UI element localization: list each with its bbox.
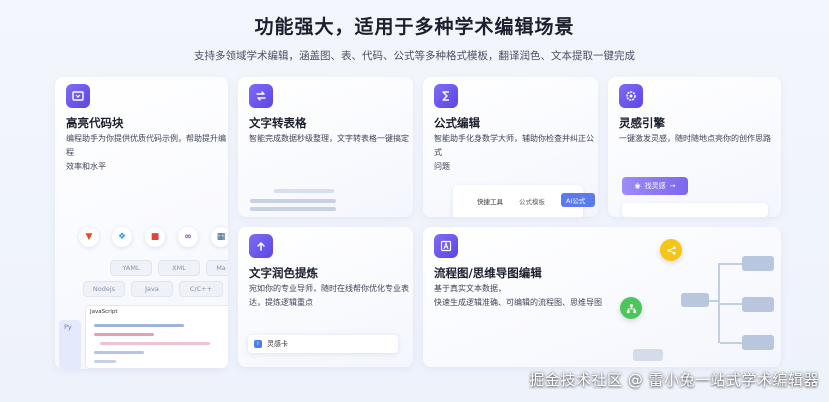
table-row-placeholder [250,207,336,211]
tool-tab-ai[interactable]: AI公式 [561,193,595,207]
feature-card-table[interactable]: 文字转表格 智能完成数据秒级整理，文字转表格一键搞定 [238,77,413,217]
lang-pill: Ma [206,260,228,276]
page-subtitle: 支持多领域学术编辑，涵盖图、表、代码、公式等多种格式模板，翻译润色、文本提取一键… [194,50,635,62]
card-description: 宛如你的专业导师，随时在线帮你优化专业表 达，提炼逻辑重点 [249,284,409,307]
flow-node [742,297,774,312]
visualstudio-icon: ∞ [178,227,198,247]
lang-pill: Nodejs [83,281,125,297]
card-description: 智能完成数据秒级整理，文字转表格一键搞定 [249,134,409,143]
card-description: 编程助手为你提供优质代码示例，帮助提升编程 效率和水平 [66,134,226,171]
terminal-icon: ▦ [211,227,228,247]
flow-connector [720,303,742,305]
flow-node [681,293,709,307]
org-chart-icon[interactable] [620,297,642,319]
card-title: 文字润色提炼 [249,266,318,280]
feature-card-code[interactable]: 高亮代码块 编程助手为你提供优质代码示例，帮助提升编程 效率和水平 ▼ ❖ ■ … [55,77,228,369]
find-inspiration-button[interactable]: ◉ 找灵感 → [622,177,688,195]
html5-icon: ▼ [79,227,99,247]
tool-tab-template[interactable]: 公式模板 [519,196,545,206]
language-icons: ▼ ❖ ■ ∞ ▦ [79,227,228,247]
upload-arrow-icon [249,234,273,258]
sigma-icon [434,84,458,108]
flow-node [742,256,774,271]
lang-pill: YAML [110,260,152,276]
table-row-placeholder [274,189,334,193]
arrow-right-icon: → [669,182,676,190]
lang-pill: C/C++ [179,281,223,297]
feature-card-flowchart[interactable]: 流程图/思维导图编辑 基于真实文本数据， 快速生成逻辑准确、可编辑的流程图、思维… [423,227,781,367]
page-title: 功能强大，适用于多种学术编辑场景 [254,16,575,38]
card-description: 智能助手化身数学大师，辅助你检查并纠正公式 问题 [434,134,594,171]
convert-icon [249,84,273,108]
feature-card-inspiration[interactable]: 灵感引擎 一键激发灵感，随时随地点亮你的创作思路 ◉ 找灵感 → [608,77,781,217]
formula-toolbar: 快捷工具 公式模板 AI公式 [453,185,595,217]
flow-connector [708,300,720,302]
swift-icon: ■ [145,227,165,247]
code-block-icon [66,84,90,108]
code-sidebar: Py [59,320,81,369]
inspiration-panel [622,203,768,217]
gear-icon [619,84,643,108]
flow-node [742,335,774,350]
lang-pill: Java [131,281,173,297]
letter-a-icon [434,234,458,258]
card-title: 文字转表格 [249,116,307,130]
tool-tab-shortcut[interactable]: 快捷工具 [477,196,503,206]
inspiration-card-chip[interactable]: i 灵感卡 [248,335,398,353]
sparkle-icon: ◉ [634,182,641,190]
card-title: 高亮代码块 [66,116,124,130]
flow-connector [720,263,742,265]
card-description: 基于真实文本数据， 快速生成逻辑准确、可编辑的流程图、思维导图 [434,284,602,307]
card-title: 流程图/思维导图编辑 [434,266,542,280]
share-icon[interactable] [660,239,682,261]
flow-connector [720,342,742,344]
flutter-icon: ❖ [112,227,132,247]
info-icon: i [254,340,262,348]
table-row-placeholder [250,199,336,203]
watermark: 掘金技术社区 @ 雷小兔一站式学术编辑器 [529,371,819,389]
feature-card-polish[interactable]: 文字润色提炼 宛如你的专业导师，随时在线帮你优化专业表 达，提炼逻辑重点 i 灵… [238,227,413,367]
card-title: 公式编辑 [434,116,480,130]
lang-pill: XML [158,260,200,276]
card-description: 一键激发灵感，随时随地点亮你的创作思路 [619,134,771,143]
card-title: 灵感引擎 [619,116,665,130]
flow-node [633,349,663,361]
feature-card-formula[interactable]: 公式编辑 智能助手化身数学大师，辅助你检查并纠正公式 问题 快捷工具 公式模板 … [423,77,598,217]
code-preview: JavaScript [85,305,228,369]
